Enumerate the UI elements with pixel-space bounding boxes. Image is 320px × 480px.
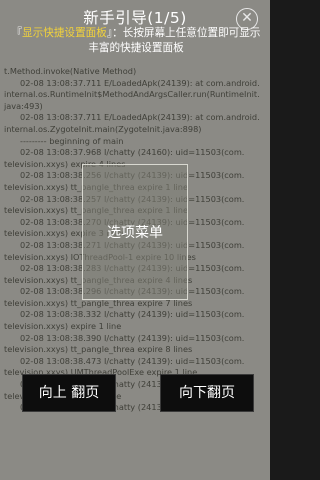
page-down-button[interactable]: 向下翻页 bbox=[160, 374, 254, 412]
page-up-button[interactable]: 向上 翻页 bbox=[22, 374, 116, 412]
guide-desc-suffix: 』：长按屏幕上任意位置即可显示丰富的快捷设置面板 bbox=[88, 27, 261, 54]
screen: t.Method.invoke(Native Method) 02-08 13:0… bbox=[0, 0, 270, 480]
guide-title: 新手引导(1/5) bbox=[83, 9, 187, 27]
guide-desc-prefix: 『 bbox=[11, 27, 23, 39]
options-menu-label: 选项菜单 bbox=[107, 225, 163, 241]
close-icon: ✕ bbox=[241, 10, 253, 26]
options-menu-zone[interactable]: 选项菜单 bbox=[82, 164, 188, 300]
guide-description: 『显示快捷设置面板』：长按屏幕上任意位置即可显示丰富的快捷设置面板 bbox=[8, 26, 264, 56]
guide-desc-highlight: 显示快捷设置面板 bbox=[22, 27, 107, 39]
